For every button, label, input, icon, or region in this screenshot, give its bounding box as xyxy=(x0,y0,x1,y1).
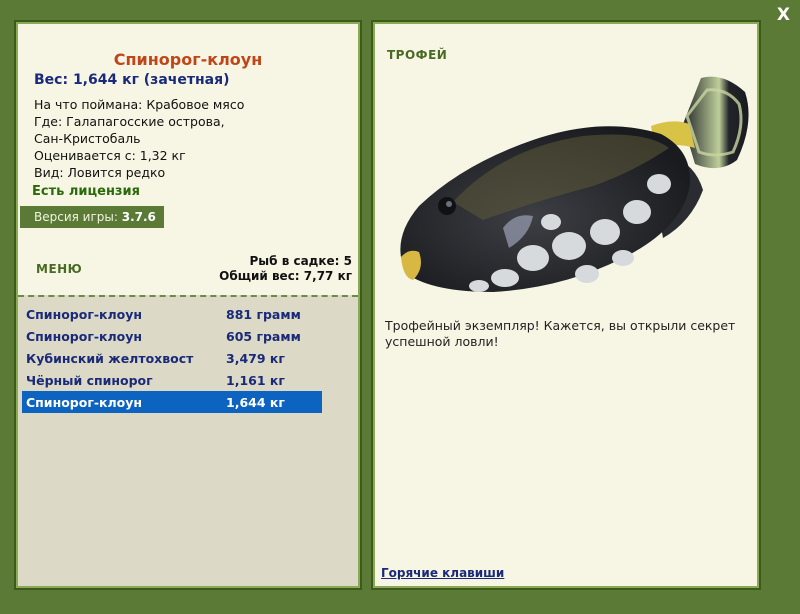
menu-button[interactable]: МЕНЮ xyxy=(36,262,82,276)
catch-weight: 881 грамм xyxy=(226,307,301,322)
keepnet-stats: Рыб в садке: 5 Общий вес: 7,77 кг xyxy=(219,254,352,284)
catch-name: Чёрный спинорог xyxy=(26,373,153,388)
catch-row[interactable]: Чёрный спинорог 1,161 кг xyxy=(22,369,322,391)
catch-name: Спинорог-клоун xyxy=(26,395,143,410)
catch-row[interactable]: Спинорог-клоун 605 грамм xyxy=(22,325,322,347)
detail-min-weight: Оценивается с: 1,32 кг xyxy=(34,148,186,163)
detail-location: Где: Галапагосские острова, xyxy=(34,114,225,129)
detail-rarity: Вид: Ловится редко xyxy=(34,165,166,180)
detail-location-spot: Сан-Кристобаль xyxy=(34,131,141,146)
catch-list: Спинорог-клоун 881 грамм Спинорог-клоун … xyxy=(18,295,358,586)
catch-weight: 605 грамм xyxy=(226,329,301,344)
catch-name: Спинорог-клоун xyxy=(26,329,143,344)
close-button[interactable]: X xyxy=(777,5,790,25)
catch-weight: 1,161 кг xyxy=(226,373,285,388)
catch-row-selected[interactable]: Спинорог-клоун 1,644 кг xyxy=(22,391,322,413)
license-status: Есть лицензия xyxy=(32,184,140,199)
version-value: 3.7.6 xyxy=(121,210,156,224)
version-label: Версия игры: xyxy=(34,210,118,224)
catch-row[interactable]: Спинорог-клоун 881 грамм xyxy=(22,303,322,325)
catch-weight: 3,479 кг xyxy=(226,351,285,366)
clown-triggerfish-image xyxy=(400,76,749,293)
catch-name: Спинорог-клоун xyxy=(26,307,143,322)
catch-weight: 1,644 кг xyxy=(226,395,285,410)
game-version: Версия игры: 3.7.6 xyxy=(20,206,164,228)
fish-weight: Вес: 1,644 кг (зачетная) xyxy=(34,72,230,88)
keepnet-count: Рыб в садке: 5 xyxy=(249,254,353,268)
trophy-panel: ТРОФЕЙ Трофейный экземпляр! Кажется, вы … xyxy=(371,20,761,590)
hotkeys-link[interactable]: Горячие клавиши xyxy=(381,566,504,580)
keepnet-total-weight: Общий вес: 7,77 кг xyxy=(219,269,352,283)
fish-info-panel: Спинорог-клоун Вес: 1,644 кг (зачетная) … xyxy=(14,20,362,590)
catch-row[interactable]: Кубинский желтохвост 3,479 кг xyxy=(22,347,322,369)
trophy-message: Трофейный экземпляр! Кажется, вы открыли… xyxy=(385,318,736,349)
catch-name: Кубинский желтохвост xyxy=(26,351,194,366)
fish-title: Спинорог-клоун xyxy=(113,50,263,69)
detail-bait: На что поймана: Крабовое мясо xyxy=(34,97,245,112)
fish-details: На что поймана: Крабовое мясо Где: Галап… xyxy=(34,96,244,181)
